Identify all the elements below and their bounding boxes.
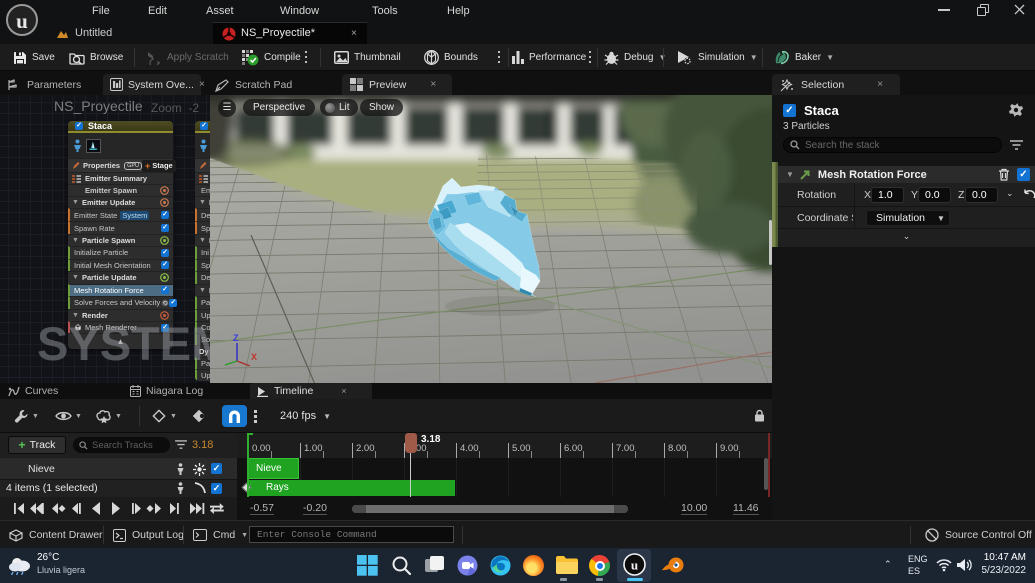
svg-text:Z: Z	[233, 333, 239, 343]
svg-text:u: u	[631, 558, 638, 573]
svg-text:X: X	[251, 352, 257, 362]
